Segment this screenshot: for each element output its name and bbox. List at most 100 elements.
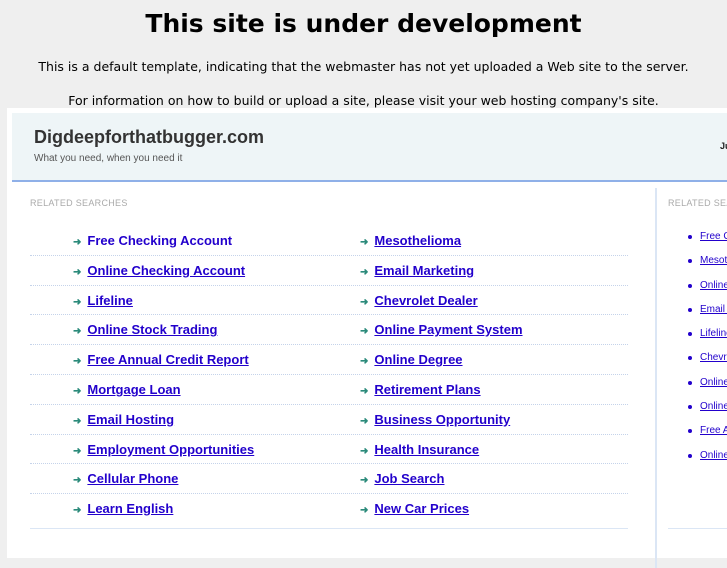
bullet-icon xyxy=(688,356,692,361)
search-link[interactable]: Cellular Phone xyxy=(87,471,178,486)
list-item: ➜ Lifeline xyxy=(73,293,133,308)
bullet-icon xyxy=(688,259,692,264)
notice-line-2: For information on how to build or uploa… xyxy=(68,93,659,108)
list-item: Email Marketing xyxy=(668,299,727,323)
search-link[interactable]: Health Insurance xyxy=(374,442,479,457)
list-item: ➜ Free Checking Account xyxy=(73,233,232,248)
bullet-icon xyxy=(688,332,692,337)
table-row: ➜ Online Stock Trading ➜ Online Payment Sys… xyxy=(30,315,628,346)
table-row: ➜ Learn English ➜ New Car Prices xyxy=(30,494,628,523)
sidebar-link[interactable]: Free Checking Account xyxy=(700,231,727,242)
arrow-icon: ➜ xyxy=(360,356,369,368)
arrow-icon: ➜ xyxy=(73,296,82,308)
search-link[interactable]: New Car Prices xyxy=(374,501,469,516)
table-row: ➜ Employment Opportunities ➜ Health Insuran… xyxy=(30,435,628,465)
list-item: ➜ Online Payment System xyxy=(360,322,523,337)
search-link[interactable]: Chevrolet Dealer xyxy=(374,293,477,308)
notice-line-1: This is a default template, indicating t… xyxy=(38,59,689,74)
list-item: Online Payment System xyxy=(668,396,727,420)
search-link[interactable]: Email Marketing xyxy=(374,263,474,278)
sidebar-link[interactable]: Lifeline xyxy=(700,328,727,339)
list-item: Mesothelioma xyxy=(668,250,727,274)
search-link[interactable]: Retirement Plans xyxy=(374,382,480,397)
list-item: ➜ Job Search xyxy=(360,471,444,486)
list-item: ➜ Email Hosting xyxy=(73,412,174,427)
arrow-icon: ➜ xyxy=(360,415,369,427)
sidebar-link[interactable]: Online Degree xyxy=(700,450,727,461)
sidebar-list: Free Checking Account Mesothelioma Online … xyxy=(668,226,727,469)
list-item: Free Checking Account xyxy=(668,226,727,250)
list-item: ➜ Cellular Phone xyxy=(73,471,178,486)
bullet-icon xyxy=(688,429,692,434)
search-link[interactable]: Free Annual Credit Report xyxy=(87,352,248,367)
sidebar-link[interactable]: Email Marketing xyxy=(700,304,727,315)
search-link[interactable]: Mesothelioma xyxy=(374,233,461,248)
arrow-icon: ➜ xyxy=(73,237,82,248)
search-link[interactable]: Lifeline xyxy=(87,293,133,308)
site-header: Digdeepforthatbugger.com What you need, … xyxy=(12,113,727,182)
search-link[interactable]: Online Stock Trading xyxy=(87,322,217,337)
sidebar-link[interactable]: Free Annual Credit Report xyxy=(700,425,727,436)
related-searches-list: ➜ Free Checking Account ➜ Mesothelioma ➜ Onli… xyxy=(30,226,628,523)
site-tagline: What you need, when you need it xyxy=(34,153,183,164)
search-link[interactable]: Online Degree xyxy=(374,352,462,367)
arrow-icon: ➜ xyxy=(73,475,82,487)
bullet-icon xyxy=(688,405,692,410)
arrow-icon: ➜ xyxy=(360,475,369,487)
search-link[interactable]: Email Hosting xyxy=(87,412,174,427)
search-link[interactable]: Mortgage Loan xyxy=(87,382,180,397)
list-item: ➜ Online Degree xyxy=(360,352,463,367)
related-searches-heading: RELATED SEARCHES xyxy=(30,198,128,208)
table-row: ➜ Online Checking Account ➜ Email Marketing xyxy=(30,256,628,286)
list-item: ➜ Mesothelioma xyxy=(360,233,461,248)
list-item: ➜ Health Insurance xyxy=(360,442,479,457)
search-link[interactable]: Free Checking Account xyxy=(87,233,232,248)
bullet-icon xyxy=(688,453,692,458)
table-row: ➜ Email Hosting ➜ Business Opportunity xyxy=(30,405,628,435)
arrow-icon: ➜ xyxy=(360,237,369,248)
table-row: ➜ Free Checking Account ➜ Mesothelioma xyxy=(30,226,628,256)
search-link[interactable]: Job Search xyxy=(374,471,444,486)
list-item: ➜ Online Stock Trading xyxy=(73,322,217,337)
search-link[interactable]: Learn English xyxy=(87,501,173,516)
sidebar-heading: RELATED SEARCHES xyxy=(668,198,727,208)
list-item: ➜ Email Marketing xyxy=(360,263,474,278)
search-link[interactable]: Online Payment System xyxy=(374,322,522,337)
sidebar-link[interactable]: Online Stock Trading xyxy=(700,377,727,388)
search-link[interactable]: Online Checking Account xyxy=(87,263,245,278)
list-item: ➜ Mortgage Loan xyxy=(73,382,181,397)
search-link[interactable]: Business Opportunity xyxy=(374,412,510,427)
notice-title: This site is under development xyxy=(145,9,582,38)
column-divider xyxy=(655,188,657,568)
sidebar-link[interactable]: Chevrolet Dealer xyxy=(700,352,727,363)
list-item: ➜ New Car Prices xyxy=(360,501,469,516)
list-item: ➜ Online Checking Account xyxy=(73,263,245,278)
list-item: Online Checking Account xyxy=(668,275,727,299)
arrow-icon: ➜ xyxy=(73,385,82,397)
site-title: Digdeepforthatbugger.com xyxy=(34,127,265,147)
table-row: ➜ Mortgage Loan ➜ Retirement Plans xyxy=(30,375,628,405)
list-item: ➜ Retirement Plans xyxy=(360,382,481,397)
arrow-icon: ➜ xyxy=(360,445,369,457)
list-item: ➜ Employment Opportunities xyxy=(73,442,254,457)
list-item: Online Degree xyxy=(668,445,727,469)
arrow-icon: ➜ xyxy=(360,296,369,308)
list-item: ➜ Free Annual Credit Report xyxy=(73,352,249,367)
parked-page: Digdeepforthatbugger.com What you need, … xyxy=(7,108,727,568)
sidebar-link[interactable]: Mesothelioma xyxy=(700,255,727,266)
bullet-icon xyxy=(688,235,692,239)
search-link[interactable]: Employment Opportunities xyxy=(87,442,254,457)
arrow-icon: ➜ xyxy=(73,356,82,368)
sidebar-link[interactable]: Online Payment System xyxy=(700,401,727,412)
bullet-icon xyxy=(688,380,692,385)
arrow-icon: ➜ xyxy=(73,445,82,457)
list-item: ➜ Chevrolet Dealer xyxy=(360,293,478,308)
bullet-icon xyxy=(688,283,692,288)
table-row: ➜ Lifeline ➜ Chevrolet Dealer xyxy=(30,286,628,316)
sidebar-link[interactable]: Online Checking Account xyxy=(700,280,727,291)
list-item: ➜ Business Opportunity xyxy=(360,412,510,427)
arrow-icon: ➜ xyxy=(360,266,369,278)
table-row: ➜ Free Annual Credit Report ➜ Online Degree xyxy=(30,345,628,375)
divider xyxy=(30,528,628,529)
bullet-icon xyxy=(688,307,692,312)
